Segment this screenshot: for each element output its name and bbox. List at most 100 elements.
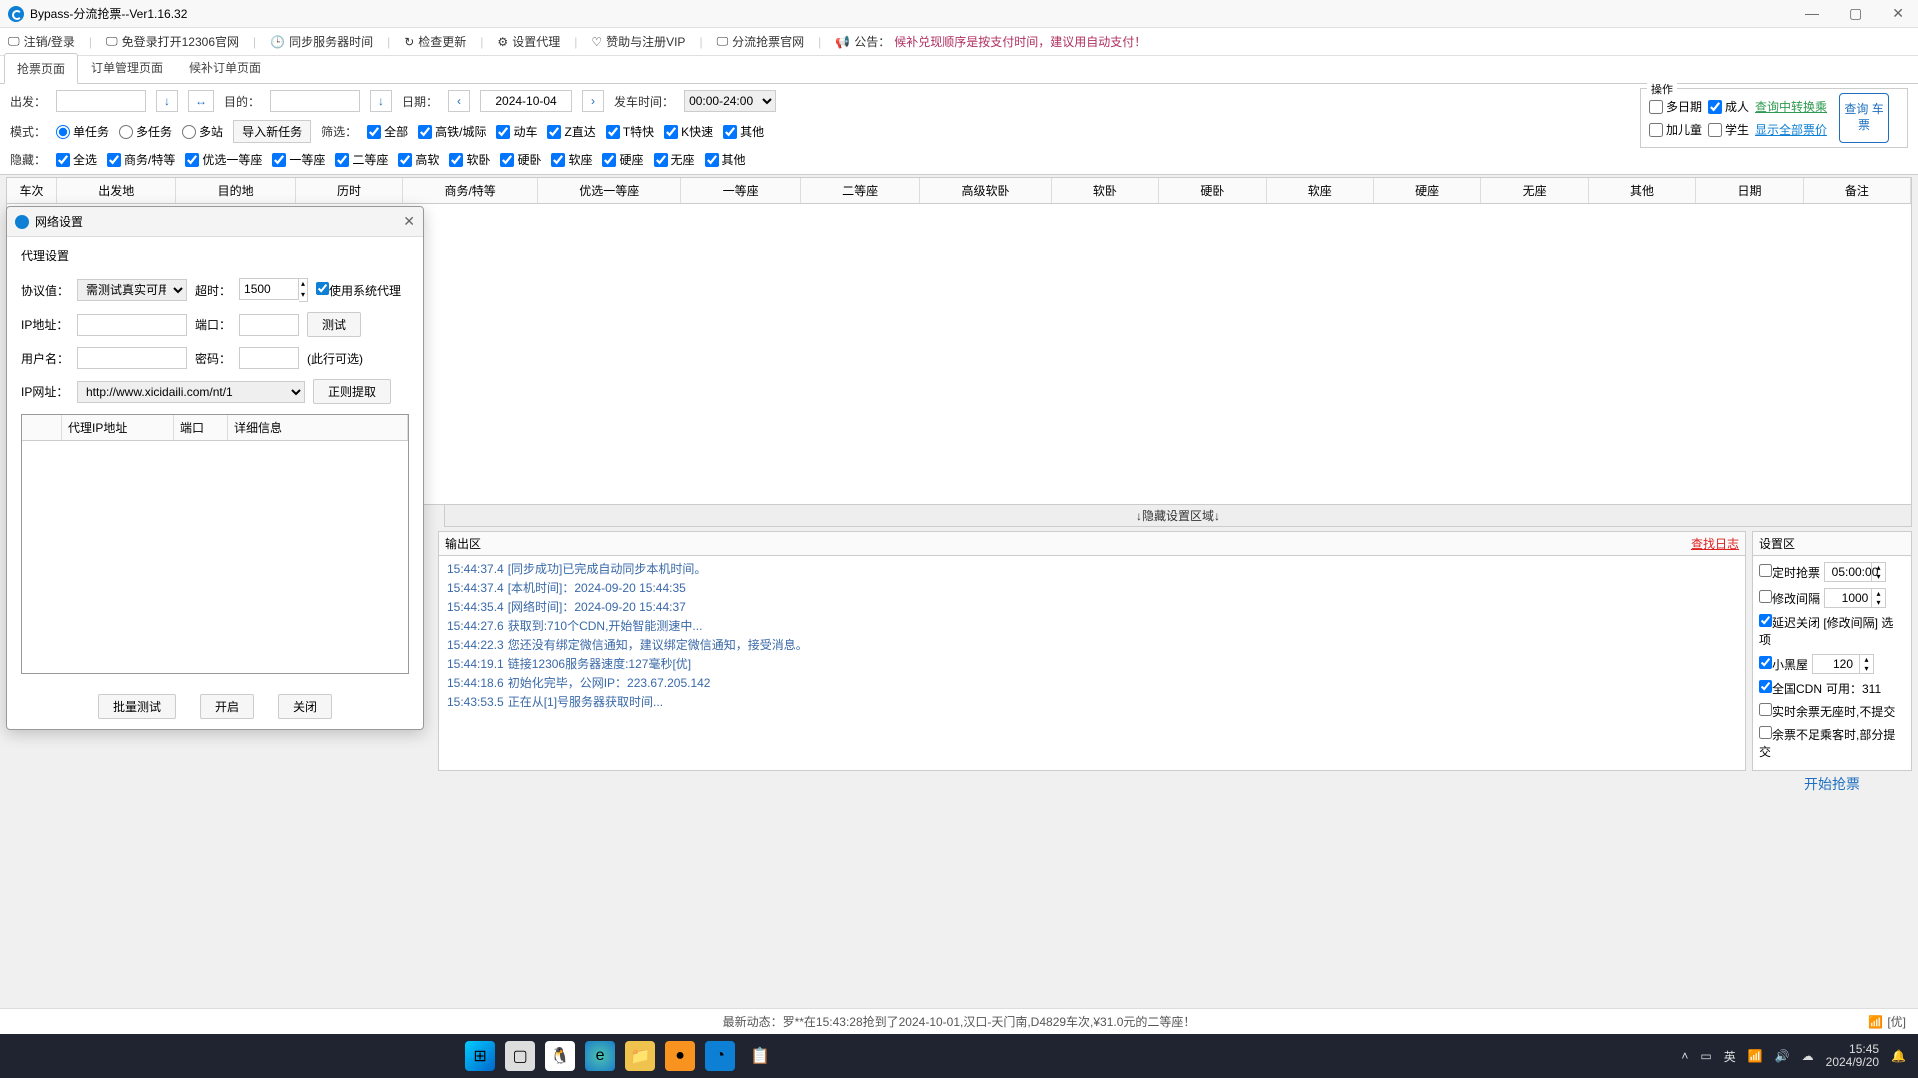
timeout-input[interactable] (239, 278, 299, 300)
table-header[interactable]: 备注 (1804, 178, 1911, 203)
table-header[interactable]: 优选一等座 (538, 178, 681, 203)
ops-adult[interactable]: 成人 (1708, 98, 1749, 115)
table-header[interactable]: 日期 (1696, 178, 1803, 203)
filter-gaotie[interactable]: 高铁/城际 (418, 123, 486, 140)
filter-z[interactable]: Z直达 (547, 123, 595, 140)
bypass-taskbar-icon[interactable]: ◔ (705, 1041, 735, 1071)
depart-time-select[interactable]: 00:00-24:00 (684, 90, 776, 112)
table-header[interactable]: 无座 (1481, 178, 1588, 203)
tray-notification-icon[interactable]: 🔔 (1891, 1049, 1906, 1063)
tray-battery-icon[interactable]: ▭ (1700, 1049, 1711, 1063)
edge-icon[interactable]: e (585, 1041, 615, 1071)
hide-wuzuo[interactable]: 无座 (654, 151, 695, 168)
table-header[interactable]: 二等座 (801, 178, 920, 203)
qq-icon[interactable]: 🐧 (545, 1041, 575, 1071)
tray-ime[interactable]: 英 (1724, 1048, 1736, 1065)
to-input[interactable] (270, 90, 360, 112)
table-header[interactable]: 高级软卧 (920, 178, 1051, 203)
filter-d[interactable]: 动车 (496, 123, 537, 140)
toolbar-sponsor[interactable]: ♡ 赞助与注册VIP (591, 33, 685, 50)
table-header[interactable]: 历时 (296, 178, 403, 203)
close-button-dlg[interactable]: 关闭 (278, 694, 332, 719)
hide-yideng[interactable]: 一等座 (272, 151, 325, 168)
taskview-icon[interactable]: ▢ (505, 1041, 535, 1071)
start-grab-button[interactable]: 开始抢票 (1753, 766, 1911, 802)
table-header[interactable]: 商务/特等 (403, 178, 538, 203)
filter-t[interactable]: T特快 (606, 123, 654, 140)
toolbar-logout[interactable]: 🖵 注销/登录 (8, 33, 75, 50)
tray-chevron-icon[interactable]: ˄ (1681, 1049, 1688, 1063)
use-sysproxy[interactable]: 使用系统代理 (316, 282, 401, 299)
user-input[interactable] (77, 347, 187, 369)
tray-wifi-icon[interactable]: 📶 (1748, 1049, 1763, 1063)
toolbar-checkupdate[interactable]: ↻ 检查更新 (404, 33, 466, 50)
hide-allsel[interactable]: 全选 (56, 151, 97, 168)
date-input[interactable] (480, 90, 572, 112)
hidden-splitter[interactable]: ↓隐藏设置区域↓ (444, 505, 1912, 527)
hide-shangte[interactable]: 商务/特等 (107, 151, 175, 168)
set-partial[interactable]: 余票不足乘客时,部分提交 (1759, 726, 1905, 760)
close-button[interactable]: ✕ (1886, 3, 1910, 24)
toolbar-synctime[interactable]: 🕒 同步服务器时间 (270, 33, 373, 50)
explorer-icon[interactable]: 📁 (625, 1041, 655, 1071)
table-header[interactable]: 软座 (1267, 178, 1374, 203)
hide-yingzuo[interactable]: 硬座 (602, 151, 643, 168)
pwd-input[interactable] (239, 347, 299, 369)
filter-k[interactable]: K快速 (664, 123, 713, 140)
set-interval[interactable]: 修改间隔 (1759, 590, 1820, 607)
link-allprice[interactable]: 显示全部票价 (1755, 121, 1827, 138)
to-dropdown[interactable]: ↓ (370, 90, 392, 112)
query-button[interactable]: 查询 车票 (1839, 93, 1889, 143)
mode-single[interactable]: 单任务 (56, 123, 109, 140)
tab-waitlist[interactable]: 候补订单页面 (176, 52, 274, 83)
test-button[interactable]: 测试 (307, 312, 361, 337)
mode-multi[interactable]: 多任务 (119, 123, 172, 140)
ip-input[interactable] (77, 314, 187, 336)
table-header[interactable]: 车次 (7, 178, 57, 203)
table-header[interactable]: 软卧 (1052, 178, 1159, 203)
view-log-link[interactable]: 查找日志 (1691, 535, 1739, 552)
set-timed[interactable]: 定时抢票 (1759, 564, 1820, 581)
from-input[interactable] (56, 90, 146, 112)
port-input[interactable] (239, 314, 299, 336)
ops-child[interactable]: 加儿童 (1649, 121, 1702, 138)
ops-multidate[interactable]: 多日期 (1649, 98, 1702, 115)
toolbar-open12306[interactable]: 🖵 免登录打开12306官网 (106, 33, 239, 50)
url-select[interactable]: http://www.xicidaili.com/nt/1 (77, 381, 305, 403)
minimize-button[interactable]: — (1799, 3, 1825, 24)
tray-volume-icon[interactable]: 🔊 (1775, 1049, 1790, 1063)
set-delayclose[interactable]: 延迟关闭 [修改间隔] 选项 (1759, 614, 1905, 648)
toolbar-homepage[interactable]: 🖵 分流抢票官网 (717, 33, 805, 50)
app-icon-1[interactable]: ● (665, 1041, 695, 1071)
app-icon-2[interactable]: 📋 (745, 1041, 775, 1071)
swap-button[interactable]: ↔ (188, 90, 214, 112)
date-next[interactable]: › (582, 90, 604, 112)
link-transfer[interactable]: 查询中转换乘 (1755, 98, 1827, 115)
import-task-button[interactable]: 导入新任务 (233, 120, 311, 143)
maximize-button[interactable]: ▢ (1843, 3, 1868, 24)
mode-station[interactable]: 多站 (182, 123, 223, 140)
table-header[interactable]: 出发地 (57, 178, 176, 203)
tab-grab[interactable]: 抢票页面 (4, 53, 78, 84)
from-dropdown[interactable]: ↓ (156, 90, 178, 112)
tray-cloud-icon[interactable]: ☁ (1802, 1049, 1814, 1063)
tray-clock[interactable]: 15:45 2024/9/20 (1826, 1043, 1879, 1069)
table-header[interactable]: 一等座 (681, 178, 800, 203)
filter-all[interactable]: 全部 (367, 123, 408, 140)
hide-youyi[interactable]: 优选一等座 (185, 151, 262, 168)
date-prev[interactable]: ‹ (448, 90, 470, 112)
enable-button[interactable]: 开启 (200, 694, 254, 719)
hide-ruanwo[interactable]: 软卧 (449, 151, 490, 168)
filter-other[interactable]: 其他 (723, 123, 764, 140)
dialog-close[interactable]: ✕ (403, 213, 415, 230)
regex-extract-button[interactable]: 正则提取 (313, 379, 391, 404)
table-header[interactable]: 目的地 (176, 178, 295, 203)
start-button[interactable]: ⊞ (465, 1041, 495, 1071)
batch-test-button[interactable]: 批量测试 (98, 694, 176, 719)
table-header[interactable]: 其他 (1589, 178, 1696, 203)
hide-yingwo[interactable]: 硬卧 (500, 151, 541, 168)
set-noseat[interactable]: 实时余票无座时,不提交 (1759, 703, 1895, 720)
ops-student[interactable]: 学生 (1708, 121, 1749, 138)
table-header[interactable]: 硬卧 (1159, 178, 1266, 203)
hide-other[interactable]: 其他 (705, 151, 746, 168)
